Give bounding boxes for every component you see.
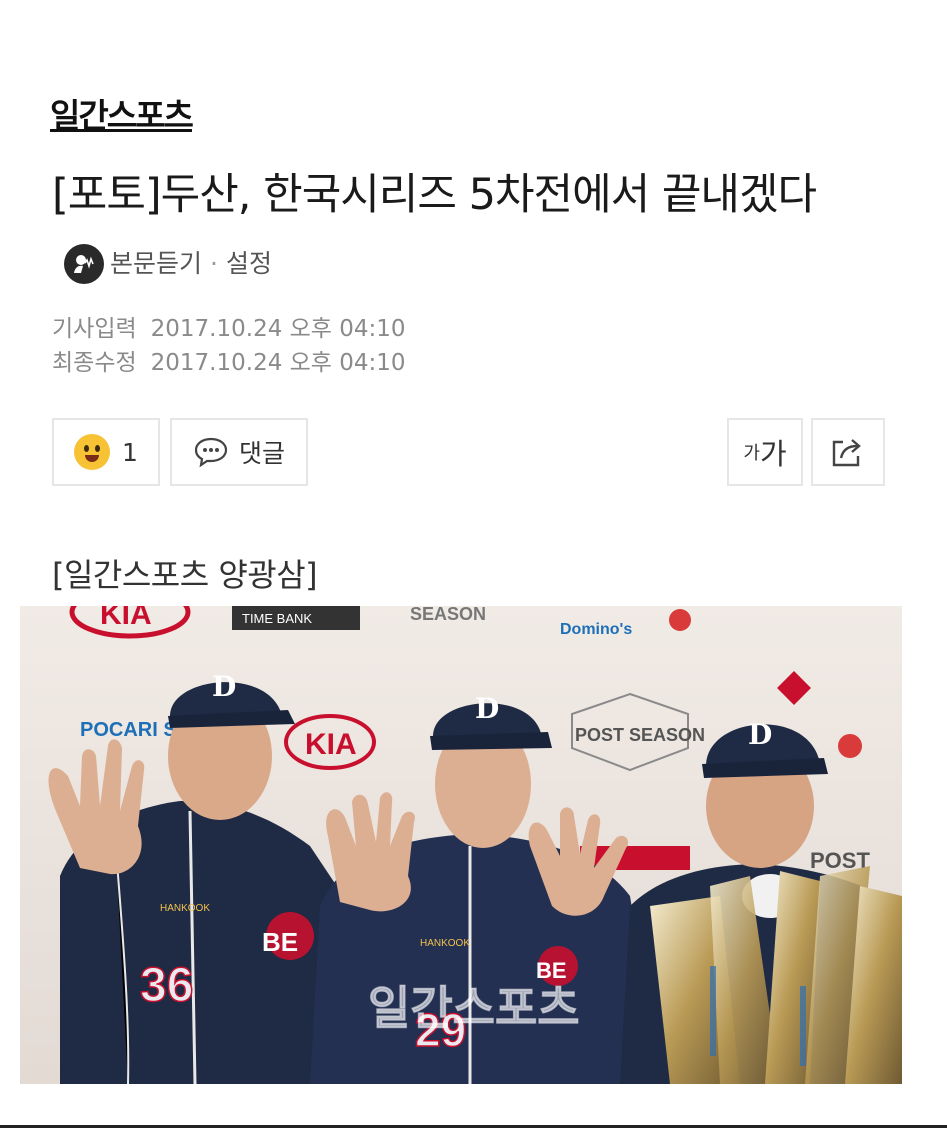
cap-logo: D (212, 670, 236, 703)
backdrop-text: Domino's (560, 621, 632, 638)
tts-separator: · (210, 248, 218, 278)
comment-label: 댓글 (238, 439, 285, 468)
backdrop-text: TIME BANK (242, 611, 312, 626)
comment-button[interactable]: 댓글 (170, 418, 308, 486)
share-button[interactable] (811, 418, 885, 486)
modified-row: 최종수정 2017.10.24 오후 04:10 (52, 346, 406, 380)
brand-logo[interactable]: 일간스포츠 (50, 96, 194, 136)
tts-controls: 본문듣기 · 설정 (64, 231, 272, 297)
font-large-glyph: 가 (759, 437, 787, 471)
backdrop-text: SEASON (410, 606, 486, 624)
jersey-number: 36 (140, 959, 193, 1012)
reaction-count: 1 (122, 437, 138, 467)
cap-logo: D (475, 692, 499, 725)
backdrop-text: KIA (305, 728, 357, 761)
modified-label: 최종수정 (52, 350, 137, 376)
article-meta: 기사입력 2017.10.24 오후 04:10 최종수정 2017.10.24 오… (52, 312, 406, 380)
tts-settings-button[interactable]: 설정 (226, 231, 272, 297)
share-icon (832, 439, 861, 467)
jersey-sponsor: HANKOOK (420, 938, 470, 949)
headline-text: [포토]두산, 한국시리즈 5차전에서 끝내겠다 (52, 170, 817, 220)
modified-time: 2017.10.24 오후 04:10 (150, 350, 406, 376)
backdrop-text: POST SEASON (575, 725, 705, 745)
article-headline: [포토]두산, 한국시리즈 5차전에서 끝내겠다본문듣기 · 설정 (52, 162, 892, 297)
cap-logo: D (748, 718, 772, 751)
reaction-button[interactable]: 1 (52, 418, 160, 486)
published-time: 2017.10.24 오후 04:10 (150, 316, 406, 342)
jersey-team: BE (536, 958, 567, 983)
backdrop-text: KIA (100, 606, 152, 631)
listen-icon[interactable] (64, 243, 104, 284)
article-photo[interactable]: KIA TIME BANK SEASON Domino's POCARI SWE… (20, 606, 902, 1084)
font-size-button[interactable]: 가가 (727, 418, 803, 486)
jersey-sponsor: HANKOOK (160, 903, 210, 914)
photo-caption: [일간스포츠 양광삼] (52, 556, 318, 594)
published-label: 기사입력 (52, 316, 137, 342)
listen-button[interactable]: 본문듣기 (110, 231, 202, 297)
published-row: 기사입력 2017.10.24 오후 04:10 (52, 312, 406, 346)
font-small-glyph: 가 (743, 443, 760, 464)
speech-bubble-icon (194, 437, 228, 468)
jersey-team: BE (262, 927, 298, 957)
photo-watermark: 일간스포츠 (368, 981, 580, 1035)
grinning-emoji-icon (74, 434, 111, 470)
